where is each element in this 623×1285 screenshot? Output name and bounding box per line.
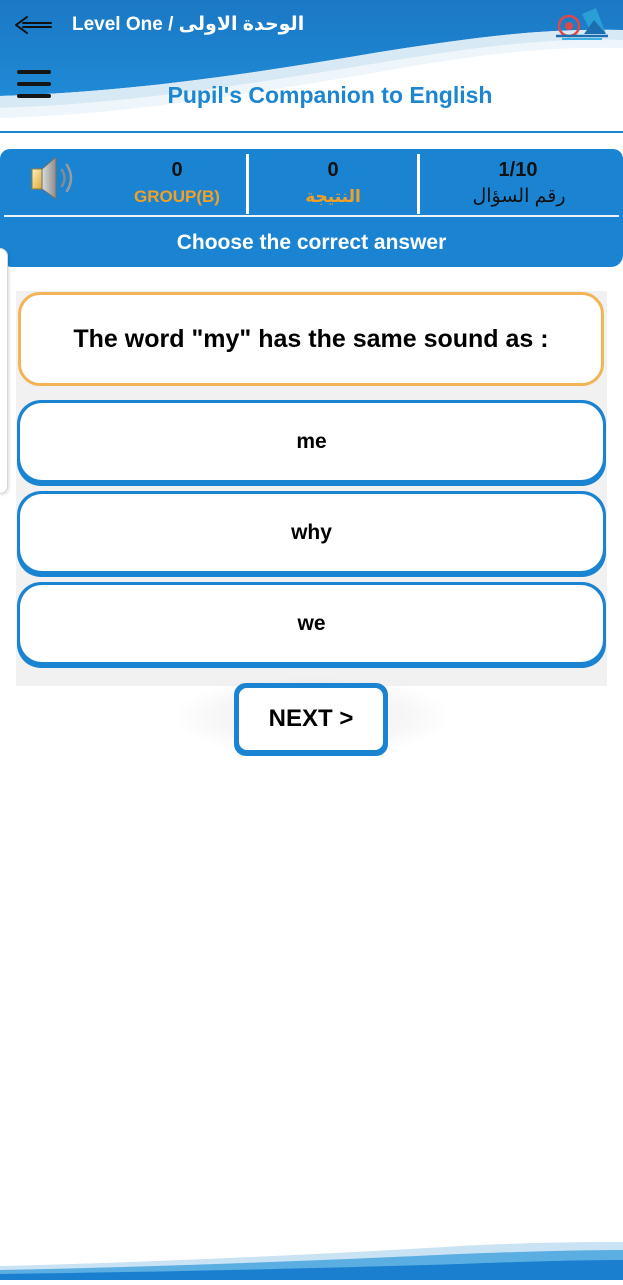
- question-number-label: رقم السؤال: [472, 186, 566, 207]
- group-value: 0: [171, 159, 183, 181]
- answer-option-we[interactable]: we: [17, 582, 606, 668]
- app-title: Pupil's Companion to English: [167, 82, 493, 108]
- back-button[interactable]: [10, 10, 56, 40]
- score-label: النتيجة: [305, 187, 361, 206]
- app-logo-icon: [552, 4, 612, 42]
- menu-bar: [17, 70, 51, 74]
- side-panel-edge: [0, 248, 8, 494]
- next-button[interactable]: NEXT >: [234, 683, 388, 756]
- next-button-label: NEXT >: [239, 688, 383, 750]
- footer-wave: [0, 1230, 623, 1280]
- sound-button[interactable]: [28, 153, 84, 203]
- instruction-text: Choose the correct answer: [176, 231, 447, 254]
- score-value: 0: [327, 159, 339, 181]
- header-title: Level One / الوحدة الاولى: [72, 14, 305, 35]
- stats-separator: [246, 154, 249, 214]
- menu-bar: [17, 82, 51, 86]
- answer-option-me[interactable]: me: [17, 400, 606, 486]
- answer-option-label: we: [20, 585, 603, 662]
- speaker-icon: [31, 155, 73, 200]
- question-number-value: 1/10: [498, 159, 538, 181]
- menu-button[interactable]: [14, 66, 54, 102]
- menu-bar: [17, 94, 51, 98]
- group-label: GROUP(B): [134, 187, 220, 206]
- question-text: The word "my" has the same sound as :: [18, 292, 604, 386]
- stats-separator: [417, 154, 420, 214]
- answer-option-label: me: [20, 403, 603, 480]
- stats-divider: [4, 215, 619, 217]
- answer-option-why[interactable]: why: [17, 491, 606, 577]
- back-arrow-icon: [15, 16, 52, 34]
- app-header: Level One / الوحدة الاولى Pupil's Compan…: [0, 0, 623, 135]
- answer-option-label: why: [20, 494, 603, 571]
